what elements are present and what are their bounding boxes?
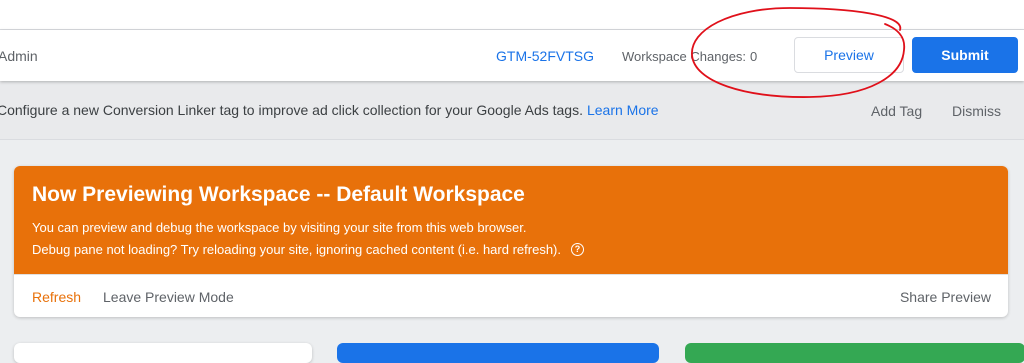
debug-hint-text: Debug pane not loading? Try reloading yo… bbox=[32, 242, 561, 257]
preview-card-actions: Refresh Leave Preview Mode Share Preview bbox=[14, 274, 1008, 317]
share-preview-button[interactable]: Share Preview bbox=[900, 289, 991, 305]
add-tag-button[interactable]: Add Tag bbox=[871, 103, 922, 119]
refresh-button[interactable]: Refresh bbox=[32, 289, 81, 305]
preview-card-header: Now Previewing Workspace -- Default Work… bbox=[14, 166, 1008, 274]
top-strip bbox=[0, 0, 1024, 30]
preview-card-title: Now Previewing Workspace -- Default Work… bbox=[32, 183, 525, 206]
preview-button[interactable]: Preview bbox=[794, 37, 904, 73]
preview-mode-card: Now Previewing Workspace -- Default Work… bbox=[14, 166, 1008, 317]
overview-tile-blue bbox=[337, 343, 659, 363]
submit-button[interactable]: Submit bbox=[912, 37, 1018, 73]
admin-tab[interactable]: Admin bbox=[0, 48, 38, 64]
overview-tile-white bbox=[14, 343, 312, 363]
notification-banner: Configure a new Conversion Linker tag to… bbox=[0, 81, 1024, 140]
preview-card-debug-hint: Debug pane not loading? Try reloading yo… bbox=[32, 242, 584, 257]
workspace-changes: Workspace Changes: 0 bbox=[622, 49, 757, 64]
dismiss-button[interactable]: Dismiss bbox=[952, 103, 1001, 119]
banner-message: Configure a new Conversion Linker tag to… bbox=[0, 102, 659, 118]
learn-more-link[interactable]: Learn More bbox=[587, 102, 659, 118]
banner-message-text: Configure a new Conversion Linker tag to… bbox=[0, 102, 583, 118]
preview-card-description: You can preview and debug the workspace … bbox=[32, 220, 527, 235]
leave-preview-mode-button[interactable]: Leave Preview Mode bbox=[103, 289, 234, 305]
overview-tile-green bbox=[685, 343, 1024, 363]
workspace-changes-label: Workspace Changes: bbox=[622, 49, 747, 64]
container-id-link[interactable]: GTM-52FVTSG bbox=[496, 48, 594, 64]
workspace-header: Admin GTM-52FVTSG Workspace Changes: 0 Pr… bbox=[0, 30, 1024, 81]
workspace-changes-count: 0 bbox=[750, 49, 758, 64]
question-circle-icon[interactable]: ? bbox=[571, 243, 584, 256]
